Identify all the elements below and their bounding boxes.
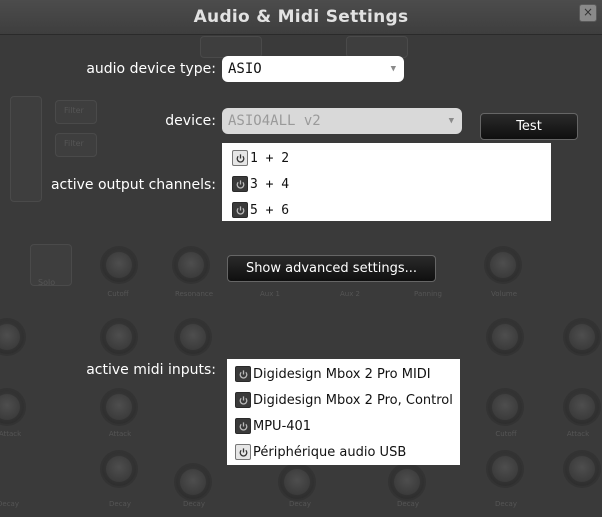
bg-knob [280,465,314,499]
bg-knob-label: Decay [0,500,19,508]
bg-knob [102,248,136,282]
power-icon[interactable] [232,176,248,192]
audio-device-type-label: audio device type: [86,61,216,77]
chevron-down-icon: ▼ [448,116,454,126]
bg-knob [565,320,599,354]
midi-input-label: Périphérique audio USB [253,444,407,460]
bg-button [55,133,97,157]
device-value: ASIO4ALL v2 [228,113,321,129]
bg-knob-label: Attack [0,430,22,438]
bg-button-label: Solo [38,278,56,287]
test-button[interactable]: Test [480,113,578,140]
bg-knob [0,320,24,354]
output-channels-list: 1 + 2 3 + 4 5 + 6 [222,143,551,221]
audio-device-type-select[interactable]: ASIO ▼ [222,56,404,82]
output-channel-label: 5 + 6 [250,202,290,218]
audio-device-type-value: ASIO [228,61,262,77]
close-icon[interactable]: × [579,4,597,22]
bg-button-label: Filter [64,139,84,148]
bg-knob-label: Cutoff [495,430,517,438]
chevron-down-icon: ▼ [390,64,396,74]
bg-knob [102,320,136,354]
bg-knob [102,452,136,486]
bg-knob-label: Decay [495,500,517,508]
bg-knob [390,465,424,499]
bg-knob [176,320,210,354]
bg-button [346,36,408,58]
bg-knob [565,452,599,486]
output-channel-label: 3 + 4 [250,176,290,192]
bg-knob-label: Attack [108,430,132,438]
power-icon[interactable] [232,202,248,218]
midi-input-item[interactable]: Périphérique audio USB [227,439,460,465]
midi-inputs-list: Digidesign Mbox 2 Pro MIDI Digidesign Mb… [227,359,460,465]
output-channel-item[interactable]: 1 + 2 [222,145,551,171]
bg-knob-label: Decay [109,500,131,508]
device-select[interactable]: ASIO4ALL v2 ▼ [222,108,462,134]
output-channel-item[interactable]: 5 + 6 [222,197,551,223]
title-bar: Audio & Midi Settings × [0,0,602,35]
audio-midi-settings-dialog: Cutoff Resonance Aux 1 Aux 2 Panning Vol… [0,0,602,517]
midi-input-item[interactable]: Digidesign Mbox 2 Pro, Control [227,387,460,413]
midi-input-item[interactable]: MPU-401 [227,413,460,439]
bg-knob-label: Decay [289,500,311,508]
bg-knob-label: Decay [183,500,205,508]
bg-knob [488,320,522,354]
midi-input-label: Digidesign Mbox 2 Pro, Control [253,392,453,408]
bg-knob [102,390,136,424]
power-icon[interactable] [232,150,248,166]
bg-knob-label: Resonance [174,290,214,298]
bg-knob-label: Cutoff [107,290,129,298]
bg-knob-label: Volume [490,290,518,298]
bg-knob [0,390,24,424]
bg-knob-label: Aux 2 [339,290,361,298]
output-channels-label: active output channels: [50,177,216,193]
bg-knob [565,390,599,424]
midi-inputs-label: active midi inputs: [86,362,216,378]
bg-knob [488,452,522,486]
bg-knob [486,248,520,282]
dialog-title: Audio & Midi Settings [193,7,409,27]
power-icon[interactable] [235,418,251,434]
bg-knob-label: Panning [414,290,442,298]
bg-knob-label: Aux 1 [259,290,281,298]
show-advanced-settings-button[interactable]: Show advanced settings... [227,255,436,282]
device-label: device: [165,113,216,129]
power-icon[interactable] [235,366,251,382]
bg-knob-label: Decay [397,500,419,508]
power-icon[interactable] [235,444,251,460]
bg-button [30,244,72,286]
midi-input-item[interactable]: Digidesign Mbox 2 Pro MIDI [227,361,460,387]
bg-knob [174,248,208,282]
output-channel-item[interactable]: 3 + 4 [222,171,551,197]
midi-input-label: Digidesign Mbox 2 Pro MIDI [253,366,431,382]
midi-input-label: MPU-401 [253,418,312,434]
power-icon[interactable] [235,392,251,408]
bg-knob [176,465,210,499]
output-channel-label: 1 + 2 [250,150,290,166]
bg-knob [488,390,522,424]
bg-knob-label: Attack [566,430,590,438]
bg-button [200,36,262,58]
